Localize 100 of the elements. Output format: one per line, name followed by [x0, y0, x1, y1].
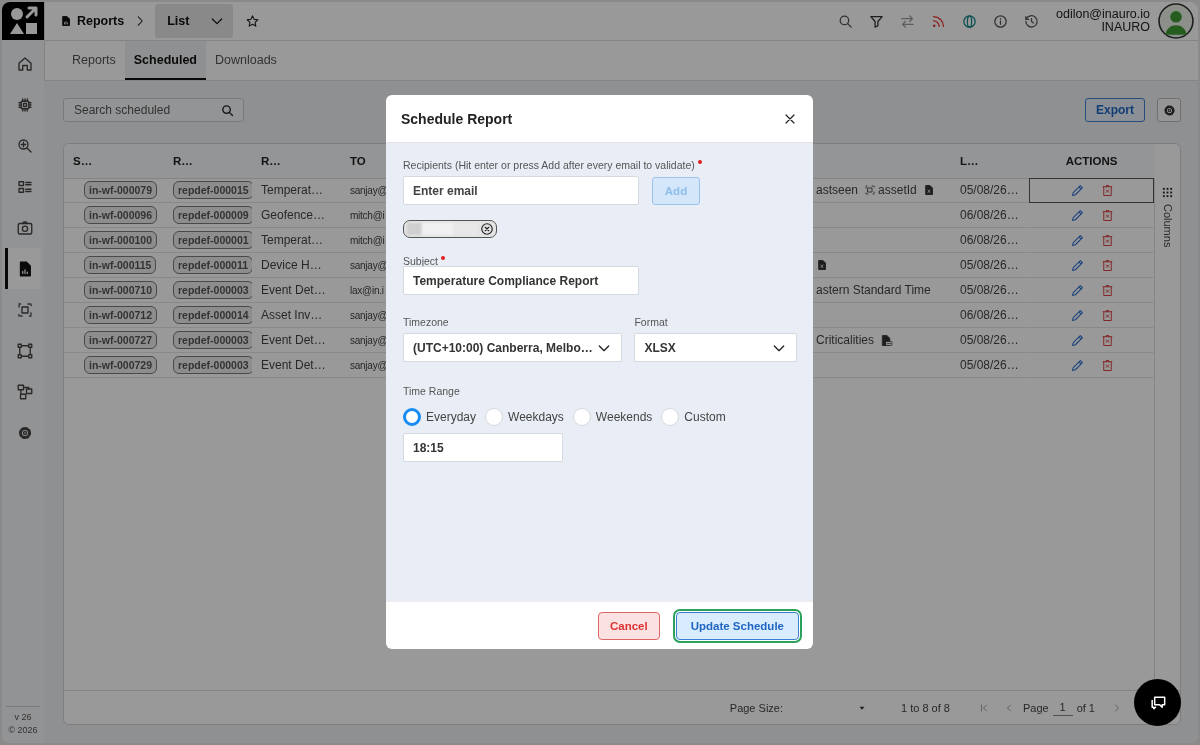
view-dropdown[interactable]: List [155, 4, 234, 38]
definition-id-tag: repdef-000014 [173, 306, 252, 324]
logo-icon[interactable] [7, 5, 39, 37]
frame-icon [15, 341, 34, 360]
table-cell: 05/08/26… [960, 283, 1019, 297]
schedule-id-tag: in-wf-000712 [84, 306, 158, 324]
version-label: v 26 [14, 711, 32, 724]
table-cell: sanjay@ [350, 359, 387, 371]
star-icon[interactable] [245, 13, 261, 29]
file-icon [816, 259, 828, 271]
search-field[interactable]: Search scheduled [63, 98, 244, 122]
schedule-id-tag: in-wf-000729 [84, 356, 158, 374]
schedule-id-tag: in-wf-000100 [84, 231, 158, 249]
table-cell: 06/08/26… [960, 233, 1019, 247]
table-cell: Geofence… [261, 208, 326, 222]
info-icon[interactable] [992, 12, 1009, 30]
chip-icon [15, 95, 34, 114]
table-cell: assetId [878, 183, 917, 197]
schedule-id-tag: in-wf-000710 [84, 281, 158, 299]
table-cell: sanjay@ [350, 309, 387, 321]
update-schedule-button[interactable]: Update Schedule [675, 611, 799, 640]
table-cell: 06/08/26… [960, 308, 1019, 322]
scan-icon [864, 184, 877, 196]
zoom-in-icon [15, 136, 34, 155]
hierarchy-icon [15, 382, 34, 401]
time-input[interactable]: 18:15 [403, 433, 563, 462]
field-label: Timezone [403, 316, 449, 328]
definition-id-tag: repdef-000003 [173, 281, 252, 299]
field-label: Recipients (Hit enter or press Add after every email to validate) [403, 159, 695, 171]
definition-id-tag: repdef-000011 [173, 256, 252, 274]
table-cell: mitch@i [350, 234, 385, 246]
table-cell: 05/08/26… [960, 333, 1019, 347]
email-input[interactable]: Enter email [403, 176, 639, 205]
timezone-select[interactable]: (UTC+10:00) Canberra, Melbo… [403, 333, 623, 362]
definition-id-tag: repdef-000001 [173, 231, 252, 249]
nav-item[interactable] [5, 248, 41, 289]
table-cell: Temperat… [261, 233, 324, 247]
tab[interactable]: Scheduled [124, 41, 206, 80]
table-cell: Device H… [261, 258, 322, 272]
table-cell: Event Det… [261, 283, 326, 297]
grid-icon[interactable] [1162, 187, 1173, 198]
table-cell: 05/08/26… [960, 258, 1019, 272]
column-header[interactable]: R… [252, 144, 341, 179]
cancel-button[interactable]: Cancel [597, 611, 660, 640]
subject-input[interactable]: Temperature Compliance Report [403, 266, 639, 295]
table-cell: astseen [816, 183, 859, 197]
settings-button[interactable] [1157, 98, 1181, 122]
breadcrumb-link[interactable]: Reports [77, 14, 125, 28]
radio-label: Everyday [426, 410, 477, 424]
column-header[interactable]: ACTIONS [1029, 144, 1154, 179]
file-icon [922, 184, 935, 196]
table-cell: sanjay@ [350, 334, 387, 346]
camera-icon [15, 218, 34, 237]
schedule-id-tag: in-wf-000727 [84, 331, 158, 349]
table-cell: sanjay@ [350, 184, 387, 196]
table-cell: Temperat… [261, 183, 324, 197]
column-header[interactable]: R… [164, 144, 252, 179]
page-number-field[interactable]: 1 [1052, 699, 1073, 716]
tab[interactable]: Reports [63, 41, 125, 80]
globe-icon[interactable] [961, 12, 978, 30]
definition-id-tag: repdef-000003 [173, 356, 252, 374]
remove-icon[interactable] [480, 222, 494, 236]
schedule-id-tag: in-wf-000079 [84, 181, 158, 199]
table-cell: 06/08/26… [960, 208, 1019, 222]
table-cell: sanjay@ [350, 259, 387, 271]
avatar-icon[interactable] [1158, 3, 1194, 39]
scan-icon [15, 300, 34, 319]
format-select[interactable]: XLSX [634, 333, 797, 362]
swap-icon[interactable] [899, 12, 916, 30]
column-header[interactable]: TO [341, 144, 387, 179]
table-cell: 05/08/26… [960, 183, 1019, 197]
table-cell: Asset Inv… [261, 308, 323, 322]
report-icon [60, 15, 72, 27]
definition-id-tag: repdef-000015 [173, 181, 252, 199]
table-cell: Event Det… [261, 358, 326, 372]
radio-label: Custom [684, 410, 726, 424]
table-cell: lax@in.i [350, 284, 384, 296]
history-icon[interactable] [1023, 12, 1040, 30]
row-count-label: 1 to 8 of 8 [901, 701, 950, 714]
definition-id-tag: repdef-000003 [173, 331, 252, 349]
schedule-id-tag: in-wf-000115 [84, 256, 157, 274]
copyright-label: © 2026 [8, 724, 38, 737]
radio-label: Weekdays [508, 410, 564, 424]
table-cell: Criticalities [816, 333, 874, 347]
csv-file-icon [880, 333, 893, 347]
field-label: Format [634, 316, 668, 328]
table-cell: mitch@i [350, 209, 385, 221]
field-label: Subject [403, 255, 439, 267]
page-label: Page [1022, 701, 1049, 714]
radio-label: Weekends [595, 410, 653, 424]
table-cell: Event Det… [261, 333, 326, 347]
dialog-title: Schedule Report [401, 110, 513, 127]
export-button[interactable]: Export [1085, 98, 1145, 122]
column-header[interactable]: L… [951, 144, 1029, 179]
radio-button[interactable] [403, 408, 421, 426]
columns-panel-tab[interactable]: Columns [1161, 204, 1174, 248]
table-cell: astern Standard Time [816, 283, 931, 297]
tab[interactable]: Downloads [206, 41, 286, 80]
organization-name: INAURO [1101, 21, 1150, 34]
column-header[interactable]: S… [64, 144, 164, 179]
